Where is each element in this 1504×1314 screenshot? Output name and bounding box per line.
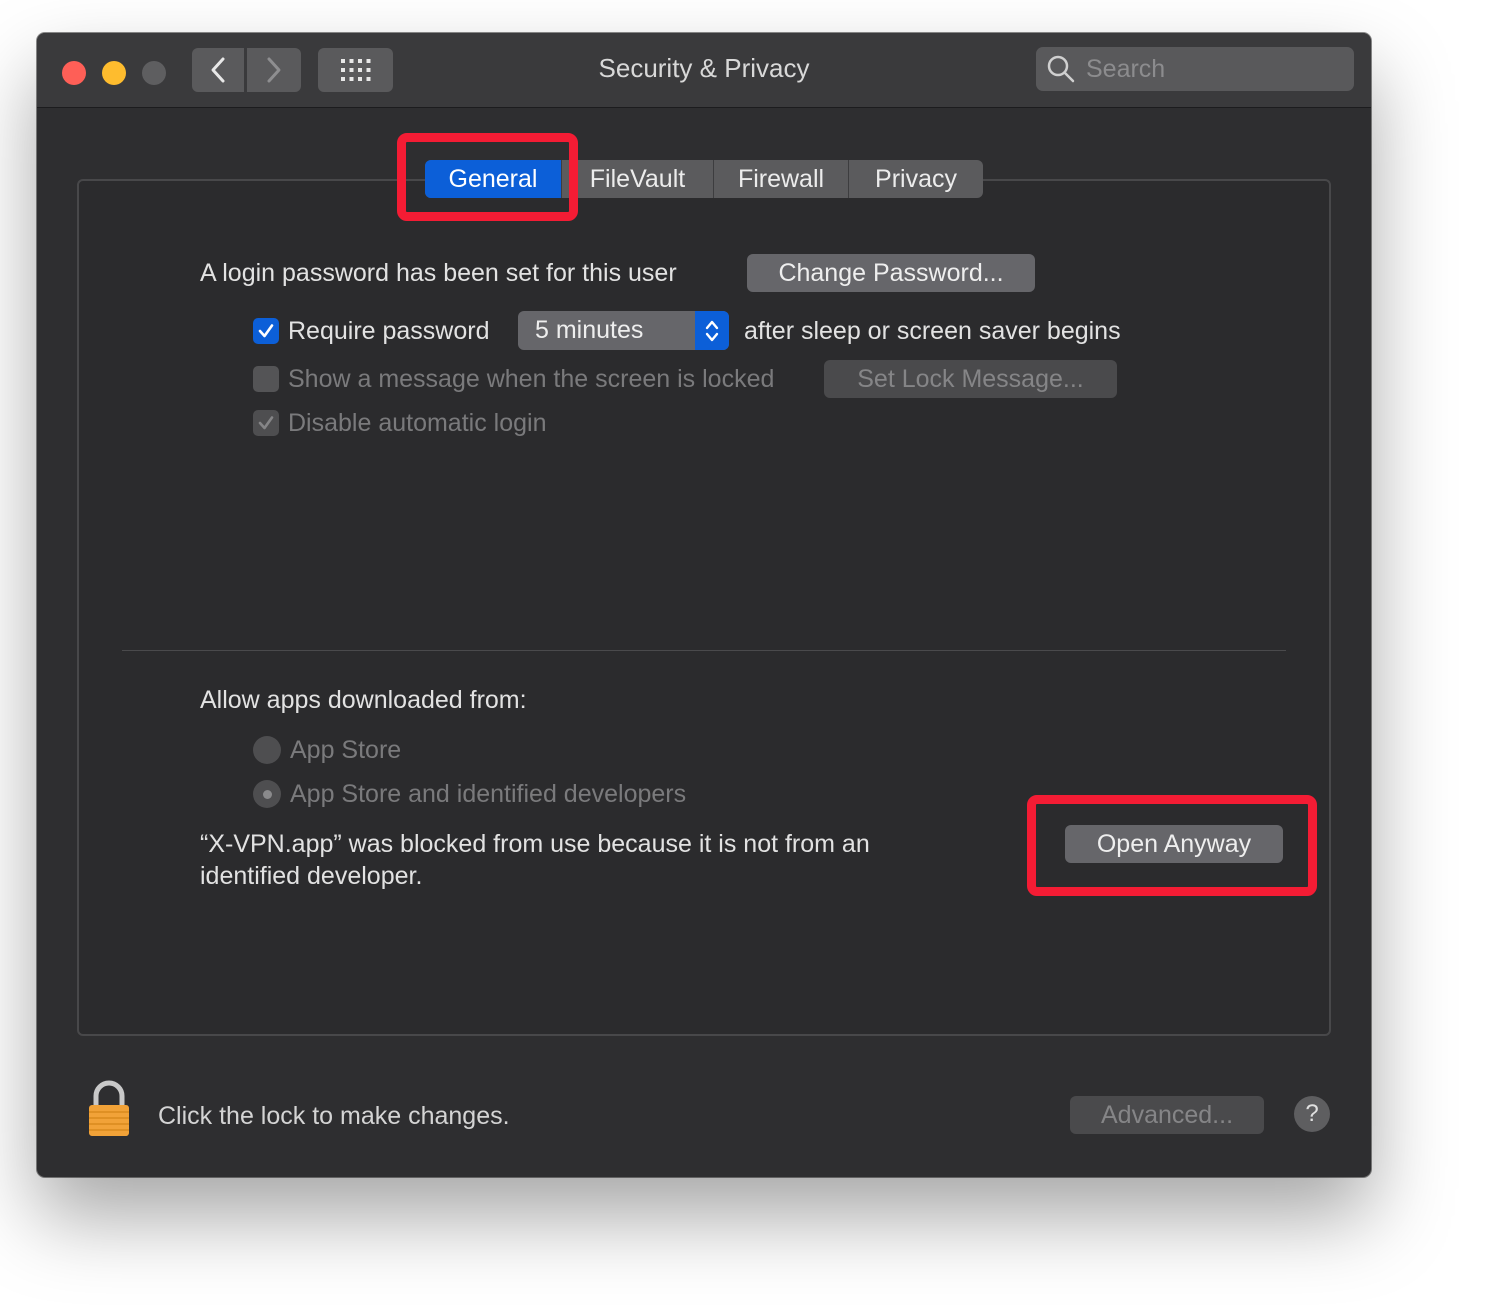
advanced-button[interactable]: Advanced...	[1070, 1096, 1264, 1134]
disable-auto-login-checkbox[interactable]	[253, 410, 279, 436]
general-tab-highlight	[397, 133, 578, 221]
checkmark-icon	[258, 416, 274, 430]
updown-arrows-icon	[695, 311, 729, 350]
lock-text: Click the lock to make changes.	[158, 1102, 510, 1130]
tab-privacy[interactable]: Privacy	[848, 160, 983, 198]
require-password-delay-select[interactable]: 5 minutes	[518, 311, 729, 350]
radio-app-store-identified-label: App Store and identified developers	[290, 780, 687, 808]
help-button[interactable]: ?	[1294, 1096, 1330, 1132]
disable-auto-login-label: Disable automatic login	[288, 409, 547, 437]
require-password-checkbox[interactable]	[253, 318, 279, 344]
set-lock-message-button[interactable]: Set Lock Message...	[824, 360, 1117, 398]
security-privacy-window: Security & Privacy General FileVault Fir…	[37, 33, 1371, 1177]
require-password-delay-value: 5 minutes	[535, 316, 644, 344]
login-password-label: A login password has been set for this u…	[200, 259, 677, 287]
title-bar: Security & Privacy	[37, 33, 1371, 108]
search-field[interactable]	[1036, 47, 1354, 91]
require-password-label: Require password	[288, 317, 490, 345]
radio-app-store-identified[interactable]	[253, 780, 281, 808]
section-divider	[122, 650, 1286, 651]
search-icon	[1047, 55, 1075, 83]
tab-filevault[interactable]: FileVault	[561, 160, 713, 198]
tab-firewall[interactable]: Firewall	[713, 160, 848, 198]
checkmark-icon	[258, 324, 274, 338]
search-input[interactable]	[1084, 53, 1348, 85]
radio-app-store-label: App Store	[290, 736, 402, 764]
open-anyway-highlight	[1027, 795, 1317, 896]
allow-apps-heading: Allow apps downloaded from:	[200, 686, 527, 714]
blocked-app-message: “X-VPN.app” was blocked from use because…	[200, 830, 870, 890]
lock-icon[interactable]	[87, 1080, 131, 1138]
show-message-checkbox[interactable]	[253, 366, 279, 392]
change-password-button[interactable]: Change Password...	[747, 254, 1035, 292]
show-message-label: Show a message when the screen is locked	[288, 365, 775, 393]
radio-selected-dot	[262, 789, 272, 799]
after-sleep-label: after sleep or screen saver begins	[744, 317, 1121, 345]
radio-app-store[interactable]	[253, 736, 281, 764]
general-panel	[77, 179, 1331, 1036]
